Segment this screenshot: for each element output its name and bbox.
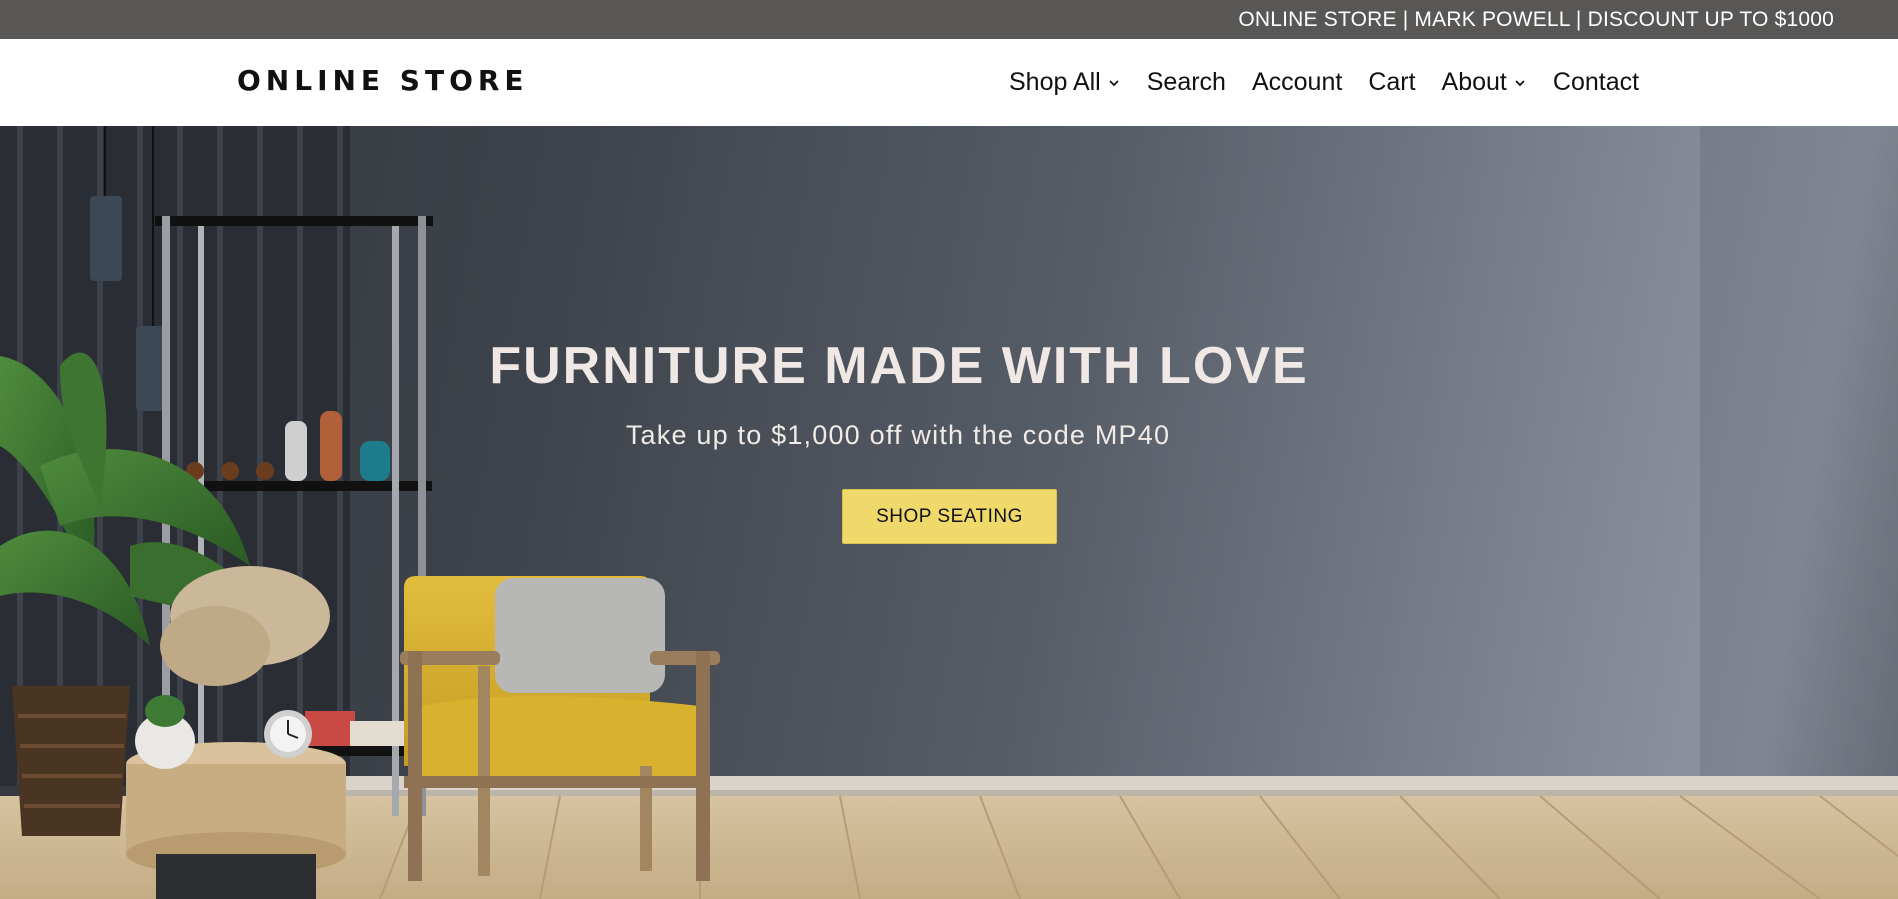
shop-seating-button-label: SHOP SEATING — [876, 505, 1023, 527]
nav-search[interactable]: Search — [1147, 68, 1226, 97]
nav-shop-all-label: Shop All — [1009, 68, 1101, 96]
nav-contact[interactable]: Contact — [1553, 68, 1639, 97]
shop-seating-button[interactable]: SHOP SEATING — [842, 489, 1057, 544]
site-logo[interactable]: ONLINE STORE — [237, 64, 529, 97]
hero-subtitle-text: Take up to $1,000 off with the code MP40 — [625, 420, 1171, 450]
hero-subtitle: Take up to $1,000 off with the code MP40 — [0, 420, 1898, 451]
chevron-down-icon — [1515, 79, 1525, 86]
nav-cart-label: Cart — [1368, 68, 1416, 96]
nav-shop-all[interactable]: Shop All — [1009, 68, 1121, 97]
main-nav: Shop All Search Account Cart About Conta… — [1009, 39, 1639, 126]
announcement-text: ONLINE STORE | MARK POWELL | DISCOUNT UP… — [1238, 7, 1834, 31]
nav-contact-label: Contact — [1552, 68, 1640, 96]
hero-title-text: FURNITURE MADE WITH LOVE — [489, 337, 1309, 395]
nav-about-label: About — [1441, 68, 1507, 96]
announcement-bar: ONLINE STORE | MARK POWELL | DISCOUNT UP… — [0, 0, 1898, 39]
nav-search-label: Search — [1146, 68, 1226, 96]
nav-account-label: Account — [1251, 68, 1343, 96]
hero-title: FURNITURE MADE WITH LOVE — [0, 336, 1898, 396]
site-header: ONLINE STORE Shop All Search Account Car… — [0, 39, 1898, 126]
nav-about[interactable]: About — [1442, 68, 1527, 97]
chevron-down-icon — [1109, 79, 1119, 86]
hero-banner: FURNITURE MADE WITH LOVE Take up to $1,0… — [0, 126, 1898, 899]
nav-account[interactable]: Account — [1252, 68, 1342, 97]
nav-cart[interactable]: Cart — [1368, 68, 1415, 97]
